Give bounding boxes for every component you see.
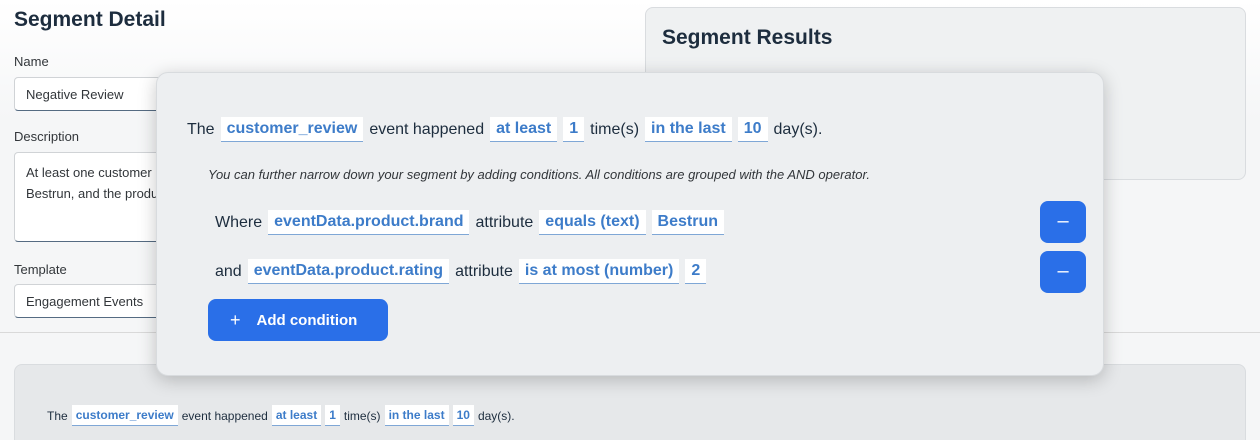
summary-days-token[interactable]: 10	[452, 405, 474, 426]
condition-connector: Where	[215, 213, 263, 231]
condition-attribute-token[interactable]: eventData.product.brand	[268, 210, 470, 235]
sentence-text1: event happened	[369, 120, 485, 138]
count-token[interactable]: 1	[563, 117, 585, 142]
condition-operator-token[interactable]: equals (text)	[539, 210, 646, 235]
summary-suffix: day(s).	[477, 408, 515, 423]
condition-attribute-token[interactable]: eventData.product.rating	[247, 259, 450, 284]
condition-value-token[interactable]: 2	[685, 259, 707, 284]
condition-value-token[interactable]: Bestrun	[651, 210, 724, 235]
summary-count-token[interactable]: 1	[325, 405, 340, 426]
summary-event-token[interactable]: customer_review	[71, 405, 178, 426]
summary-text2: time(s)	[343, 408, 381, 423]
range-token[interactable]: in the last	[645, 117, 732, 142]
sentence-text2: time(s)	[590, 120, 640, 138]
condition-row: and eventData.product.rating attribute i…	[215, 259, 707, 284]
days-token[interactable]: 10	[737, 117, 768, 142]
condition-row: Where eventData.product.brand attribute …	[215, 210, 724, 235]
sentence-prefix: The	[187, 120, 215, 138]
plus-icon: +	[230, 309, 241, 330]
sentence-suffix: day(s).	[773, 120, 823, 138]
event-sentence: The customer_review event happened at le…	[187, 117, 822, 142]
conditions-hint: You can further narrow down your segment…	[208, 167, 870, 182]
remove-condition-button[interactable]: –	[1040, 201, 1086, 243]
condition-editor-popover: The customer_review event happened at le…	[156, 72, 1104, 376]
name-label: Name	[14, 54, 49, 69]
summary-sentence: The customer_review event happened at le…	[47, 405, 515, 426]
summary-range-token[interactable]: in the last	[384, 405, 449, 426]
summary-text1: event happened	[181, 408, 268, 423]
add-condition-label: Add condition	[256, 311, 358, 329]
add-condition-button[interactable]: + Add condition	[208, 299, 388, 341]
condition-operator-token[interactable]: is at most (number)	[518, 259, 680, 284]
event-token[interactable]: customer_review	[220, 117, 364, 142]
condition-attr-word: attribute	[455, 262, 513, 280]
summary-operator-token[interactable]: at least	[271, 405, 322, 426]
description-label: Description	[14, 129, 80, 144]
condition-connector: and	[215, 262, 242, 280]
summary-prefix: The	[47, 408, 68, 423]
segment-detail-title: Segment Detail	[14, 8, 166, 31]
operator-token[interactable]: at least	[490, 117, 558, 142]
template-label: Template	[14, 262, 67, 277]
remove-condition-button[interactable]: –	[1040, 251, 1086, 293]
condition-attr-word: attribute	[475, 213, 534, 231]
segment-results-title: Segment Results	[662, 26, 833, 49]
